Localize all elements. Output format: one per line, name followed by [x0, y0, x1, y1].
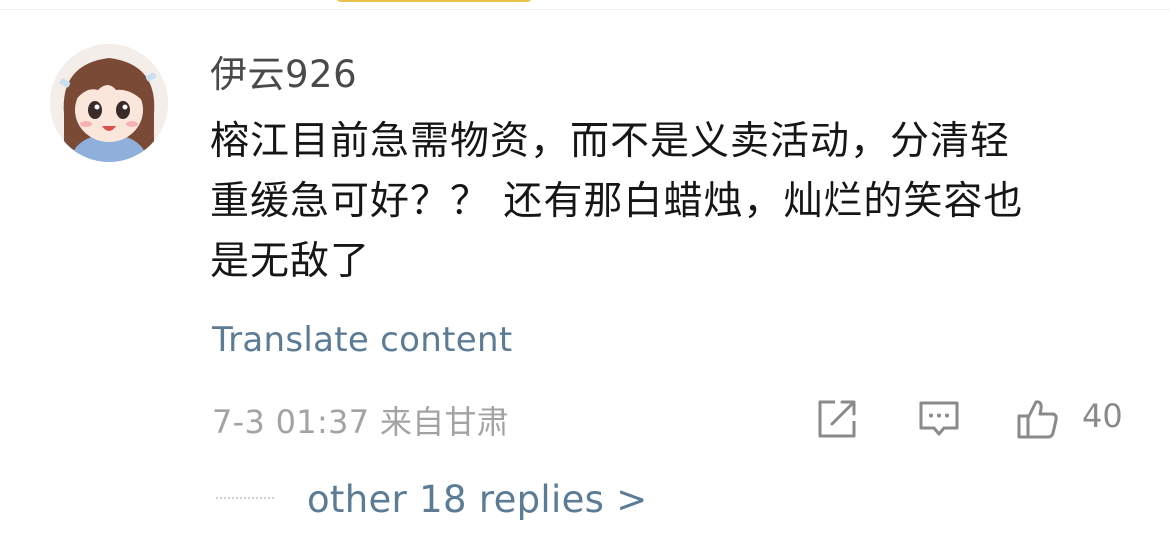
timestamp: 7-3 01:37 — [212, 403, 370, 441]
comment-meta: 7-3 01:37 来自甘肃 — [212, 397, 509, 443]
comment-card: 伊云926 榕江目前急需物资，而不是义卖活动，分清轻 重缓急可好？？ 还有那白蜡… — [0, 0, 1170, 552]
username[interactable]: 伊云926 — [210, 44, 357, 98]
comment-icon — [919, 401, 959, 436]
top-tab-indicator — [336, 0, 532, 2]
top-divider — [0, 0, 1170, 10]
like-button[interactable]: 40 — [1016, 397, 1126, 441]
comment-button[interactable] — [917, 397, 961, 441]
share-icon — [818, 400, 856, 438]
avatar-illustration — [50, 44, 168, 162]
share-button[interactable] — [815, 397, 859, 441]
comment-line: 榕江目前急需物资，而不是义卖活动，分清轻 — [210, 119, 1011, 164]
thumbs-up-icon — [1017, 400, 1058, 439]
comment-line: 是无敌了 — [210, 239, 371, 284]
comment-line: 重缓急可好？？ 还有那白蜡烛，灿烂的笑容也 — [210, 179, 1024, 224]
location: 来自甘肃 — [379, 403, 510, 441]
replies-divider — [216, 497, 274, 501]
view-replies-link[interactable]: other 18 replies > — [307, 478, 648, 521]
like-count: 40 — [1082, 397, 1123, 435]
translate-link[interactable]: Translate content — [212, 320, 512, 360]
comment-text: 榕江目前急需物资，而不是义卖活动，分清轻 重缓急可好？？ 还有那白蜡烛，灿烂的笑… — [210, 112, 1130, 292]
avatar[interactable] — [50, 44, 168, 162]
